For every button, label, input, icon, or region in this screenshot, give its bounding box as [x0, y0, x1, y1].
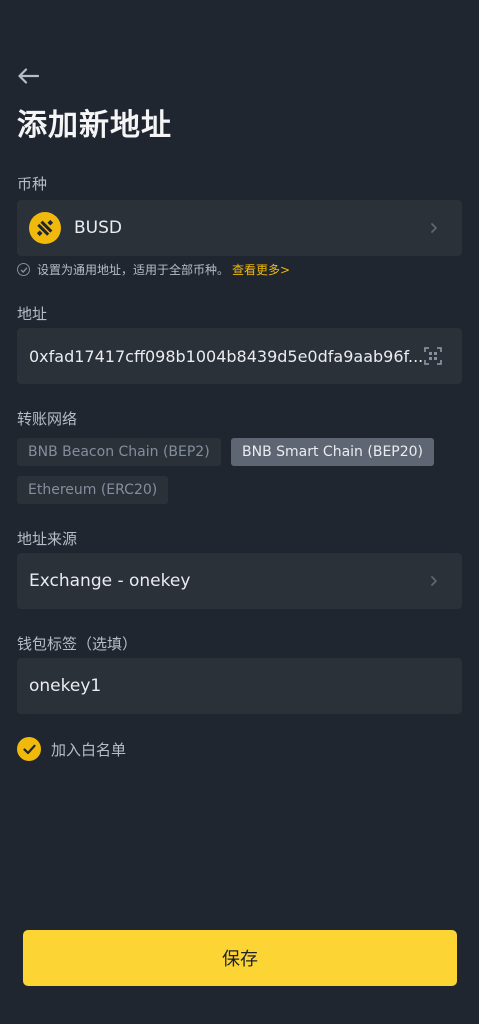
add-address-page: 添加新地址 币种 BUSD 设置为通用地址，适用于全部币种。 查看更多> 地址 — [0, 0, 479, 1024]
arrow-left-icon — [18, 68, 39, 84]
checkmark-icon — [17, 737, 41, 761]
wallet-tag-label: 钱包标签（选填） — [17, 635, 138, 653]
coin-label: 币种 — [17, 175, 48, 193]
address-input[interactable]: 0xfad17417cff098b1004b8439d5e0dfa9aab96f… — [17, 328, 462, 384]
scan-icon[interactable] — [424, 347, 442, 365]
network-label: 转账网络 — [17, 410, 78, 428]
whitelist-checkbox[interactable]: 加入白名单 — [17, 737, 126, 761]
source-value: Exchange - onekey — [29, 571, 191, 591]
chevron-right-icon — [431, 223, 437, 233]
universal-address-hint[interactable]: 设置为通用地址，适用于全部币种。 查看更多> — [17, 261, 290, 278]
address-label: 地址 — [17, 305, 48, 323]
learn-more-link[interactable]: 查看更多> — [232, 261, 290, 278]
network-option-bep20[interactable]: BNB Smart Chain (BEP20) — [231, 438, 435, 466]
save-button[interactable]: 保存 — [23, 930, 457, 986]
network-option-erc20[interactable]: Ethereum (ERC20) — [17, 476, 169, 504]
coin-value: BUSD — [74, 218, 122, 238]
source-label: 地址来源 — [17, 530, 78, 548]
page-title: 添加新地址 — [17, 108, 172, 143]
busd-icon — [29, 212, 61, 244]
chevron-right-icon — [431, 576, 437, 586]
network-option-bep2[interactable]: BNB Beacon Chain (BEP2) — [17, 438, 221, 466]
whitelist-label: 加入白名单 — [51, 740, 127, 759]
coin-selector[interactable]: BUSD — [17, 200, 462, 256]
address-value: 0xfad17417cff098b1004b8439d5e0dfa9aab96f… — [29, 346, 424, 366]
source-selector[interactable]: Exchange - onekey — [17, 553, 462, 609]
wallet-tag-input[interactable]: onekey1 — [17, 658, 462, 714]
check-circle-icon — [17, 263, 30, 276]
back-button[interactable] — [14, 62, 42, 90]
hint-text: 设置为通用地址，适用于全部币种。 — [37, 263, 230, 277]
wallet-tag-value: onekey1 — [29, 676, 102, 696]
